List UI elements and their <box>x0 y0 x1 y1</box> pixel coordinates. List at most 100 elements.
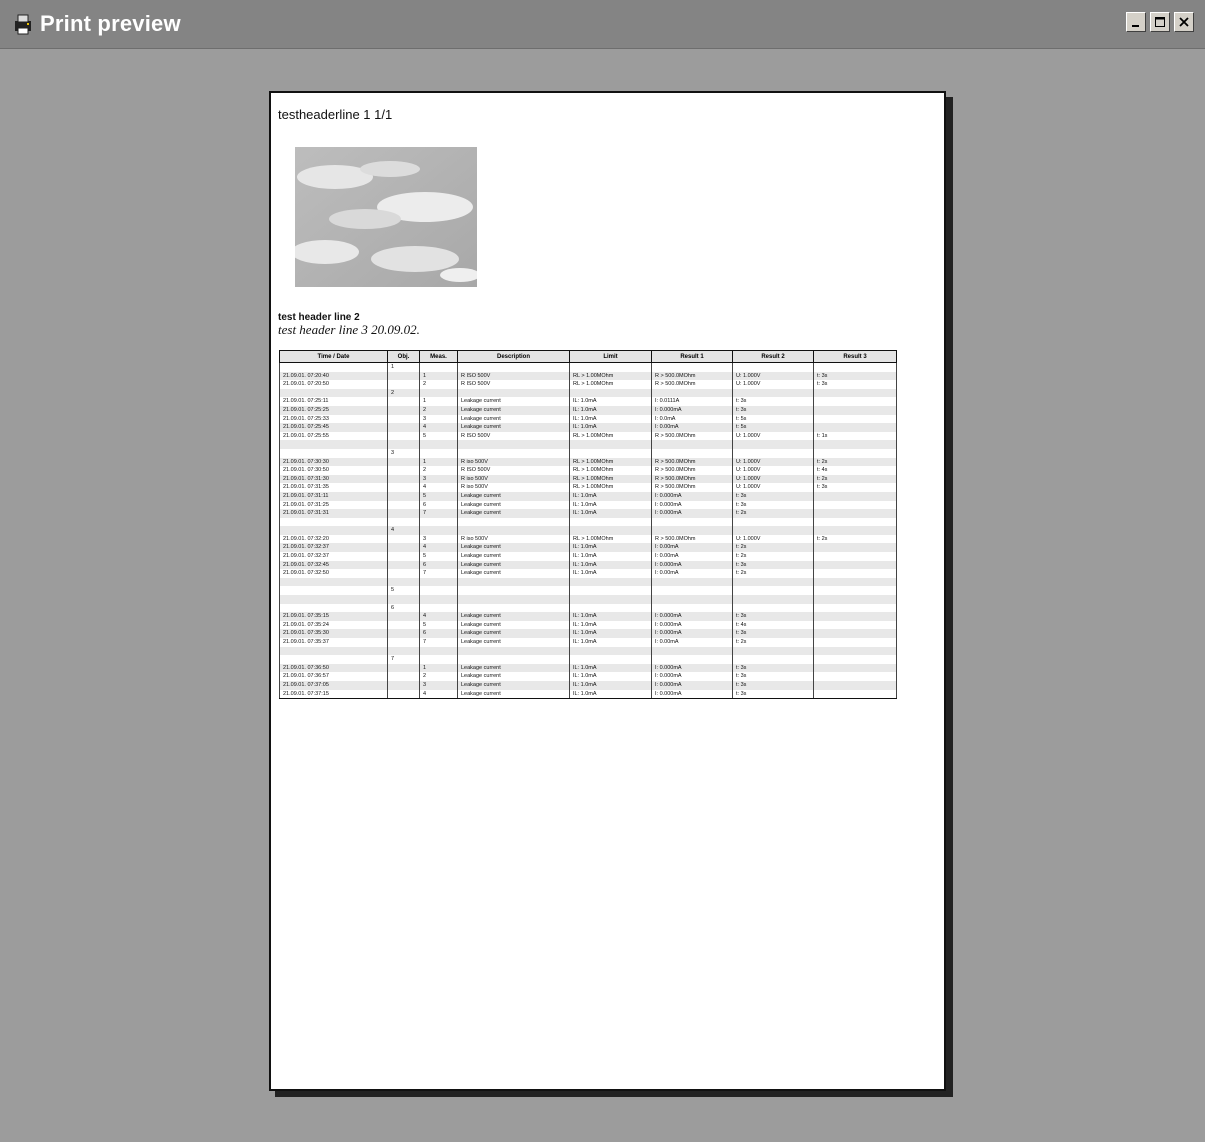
table-cell: 7 <box>419 509 458 518</box>
table-cell: 21.09.01. 07:36:57 <box>279 672 388 681</box>
table-cell <box>387 629 420 638</box>
table-cell <box>813 689 897 700</box>
table-cell <box>569 440 652 449</box>
table-cell: 21.09.01. 07:30:30 <box>279 457 388 467</box>
table-cell: Leakage current <box>457 543 570 553</box>
table-cell: 6 <box>419 560 458 570</box>
close-icon <box>1179 17 1189 27</box>
table-cell: t: 3s <box>732 397 814 406</box>
table-cell <box>732 517 814 527</box>
table-cell: 2 <box>419 405 458 415</box>
table-cell <box>651 603 733 613</box>
maximize-button[interactable] <box>1150 12 1170 32</box>
table-cell: 5 <box>419 431 458 441</box>
table-cell <box>813 612 897 621</box>
table-cell: RL > 1.00MOhm <box>569 474 652 484</box>
page-header-line-3: test header line 3 20.09.02. <box>278 322 420 337</box>
table-cell <box>279 526 388 535</box>
table-cell: Leakage current <box>457 629 570 638</box>
table-cell <box>457 517 570 527</box>
table-cell: I: 0.000mA <box>651 680 733 690</box>
table-cell: IL: 1.0mA <box>569 423 652 432</box>
table-cell <box>813 586 897 596</box>
table-cell: t: 3s <box>813 380 897 389</box>
table-cell: U: 1.000V <box>732 431 814 441</box>
table-cell: 21.09.01. 07:25:25 <box>279 405 388 415</box>
table-cell <box>569 388 652 398</box>
table-cell <box>387 543 420 553</box>
table-cell: t: 3s <box>732 663 814 673</box>
table-cell <box>419 388 458 398</box>
table-row <box>279 440 897 449</box>
table-row: 21.09.01. 07:36:50 1 Leakage current IL: 1.… <box>279 663 897 673</box>
table-cell <box>387 483 420 492</box>
table-cell: 4 <box>387 526 420 535</box>
table-cell <box>387 595 420 604</box>
table-cell: 1 <box>419 457 458 467</box>
table-cell: IL: 1.0mA <box>569 680 652 690</box>
table-cell: t: 2s <box>732 543 814 553</box>
table-cell: 1 <box>419 397 458 406</box>
table-cell <box>457 646 570 656</box>
table-cell: RL > 1.00MOhm <box>569 457 652 467</box>
table-cell <box>419 655 458 664</box>
table-cell <box>387 517 420 527</box>
table-cell: 1 <box>387 362 420 372</box>
table-cell <box>732 586 814 596</box>
table-cell: 21.09.01. 07:31:30 <box>279 474 388 484</box>
table-row: 4 <box>279 526 897 535</box>
table-cell <box>419 517 458 527</box>
table-row: 7 <box>279 655 897 664</box>
table-row: 21.09.01. 07:32:20 3 R iso 500V RL > 1.00MO… <box>279 534 897 544</box>
table-cell: 21.09.01. 07:20:40 <box>279 371 388 381</box>
table-cell: 7 <box>419 569 458 578</box>
table-cell <box>279 362 388 372</box>
table-cell: 4 <box>419 689 458 700</box>
table-cell <box>813 629 897 638</box>
table-cell: t: 3s <box>732 680 814 690</box>
table-cell <box>651 440 733 449</box>
table-cell: 2 <box>387 388 420 398</box>
table-cell: I: 0.000mA <box>651 612 733 621</box>
table-cell: IL: 1.0mA <box>569 689 652 700</box>
table-cell <box>457 526 570 535</box>
table-cell: 3 <box>419 474 458 484</box>
table-cell: 21.09.01. 07:25:11 <box>279 397 388 406</box>
table-cell: t: 2s <box>732 569 814 578</box>
table-cell <box>387 569 420 578</box>
table-cell: R > 500.0MOhm <box>651 534 733 544</box>
table-cell: I: 0.000mA <box>651 500 733 510</box>
table-cell: Leakage current <box>457 500 570 510</box>
table-cell: I: 0.000mA <box>651 663 733 673</box>
table-row: 5 <box>279 586 897 596</box>
table-cell: 4 <box>419 612 458 621</box>
table-cell: t: 3s <box>813 371 897 381</box>
table-cell <box>279 595 388 604</box>
table-cell: t: 3s <box>732 491 814 501</box>
close-button[interactable] <box>1174 12 1194 32</box>
table-cell <box>387 663 420 673</box>
title-bar[interactable]: Print preview <box>0 0 1205 49</box>
table-cell: 6 <box>419 500 458 510</box>
table-cell: IL: 1.0mA <box>569 569 652 578</box>
table-row: 21.09.01. 07:30:50 2 R ISO 500V RL > 1.00MO… <box>279 466 897 475</box>
table-cell <box>813 638 897 647</box>
table-cell <box>732 595 814 604</box>
table-cell <box>813 672 897 681</box>
table-cell <box>813 500 897 510</box>
table-cell: Leakage current <box>457 569 570 578</box>
table-cell <box>419 586 458 596</box>
minimize-button[interactable] <box>1126 12 1146 32</box>
table-cell: I: 0.0111A <box>651 397 733 406</box>
table-cell <box>387 500 420 510</box>
table-cell: IL: 1.0mA <box>569 560 652 570</box>
table-cell <box>732 388 814 398</box>
column-header: Obj. <box>387 350 420 363</box>
table-cell: 3 <box>419 414 458 424</box>
table-cell <box>732 526 814 535</box>
table-row: 1 <box>279 362 897 372</box>
table-cell: Leakage current <box>457 638 570 647</box>
table-cell <box>387 560 420 570</box>
table-cell: R > 500.0MOhm <box>651 457 733 467</box>
table-cell <box>387 612 420 621</box>
